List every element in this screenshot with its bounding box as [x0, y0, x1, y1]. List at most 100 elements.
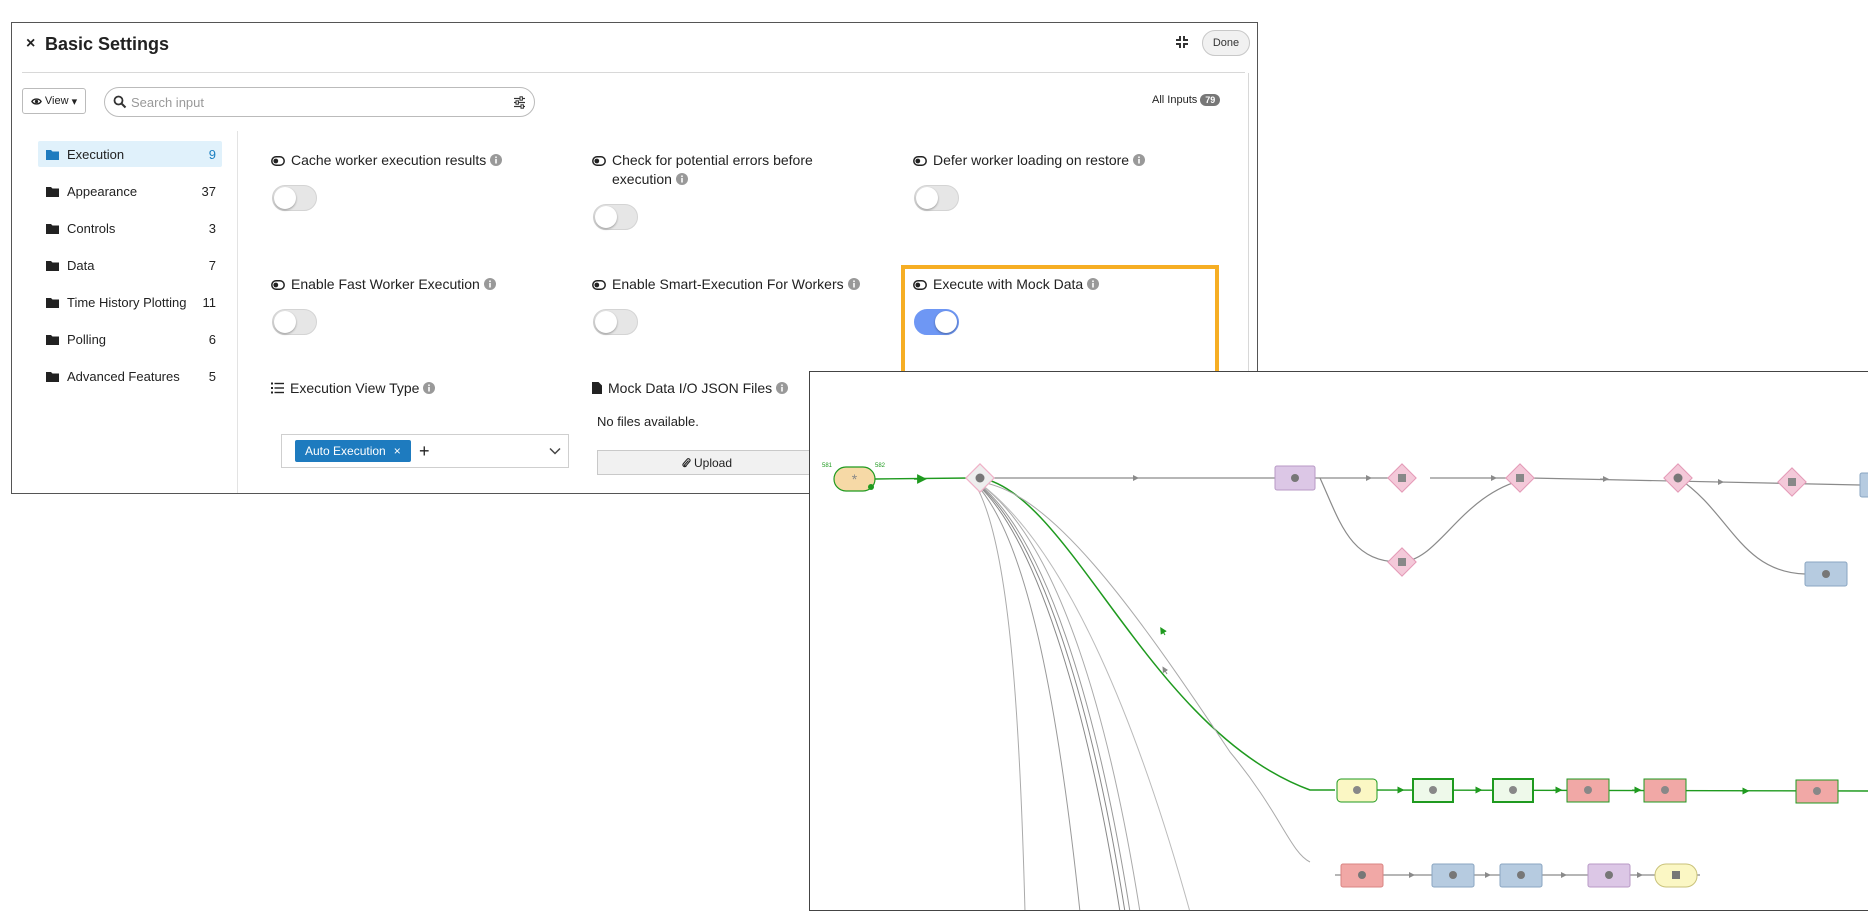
info-icon[interactable] [483, 278, 496, 290]
all-inputs-indicator: All Inputs 79 [1152, 94, 1221, 106]
database-node[interactable] [1387, 547, 1417, 577]
info-icon[interactable] [675, 173, 688, 185]
sidebar-divider [237, 131, 238, 493]
worker-node[interactable] [1431, 863, 1475, 888]
folder-icon [46, 297, 59, 308]
info-icon[interactable] [776, 382, 789, 394]
worker-node[interactable] [1492, 778, 1534, 803]
setting-check-errors: Check for potential errors before execut… [592, 151, 852, 189]
view-label: View [44, 95, 69, 107]
info-icon[interactable] [490, 154, 503, 166]
workflow-graph: * 581 582 [822, 463, 1868, 910]
search-input[interactable] [129, 93, 493, 111]
collapse-icon[interactable] [1175, 35, 1189, 49]
worker-node[interactable] [1412, 778, 1454, 803]
view-dropdown[interactable]: View ▾ [22, 88, 86, 114]
upload-label: Upload [693, 455, 733, 470]
stop-node[interactable] [1654, 863, 1698, 888]
category-controls[interactable]: Controls 3 [38, 215, 222, 241]
execution-view-select[interactable]: Auto Execution × + [281, 434, 569, 468]
remove-chip-icon[interactable]: × [394, 440, 401, 462]
caret-down-icon: ▾ [71, 95, 78, 108]
worker-node[interactable] [1499, 863, 1543, 888]
setting-fast-worker-execution: Enable Fast Worker Execution [271, 275, 561, 294]
setting-cache-worker-results: Cache worker execution results [271, 151, 531, 170]
paperclip-icon [682, 458, 691, 468]
toggle-icon [592, 280, 606, 290]
smart-execution-toggle[interactable] [593, 309, 638, 335]
workflow-canvas[interactable]: * 581 582 [809, 371, 1868, 911]
check-errors-toggle[interactable] [593, 204, 638, 230]
database-node[interactable] [1387, 463, 1417, 493]
search-icon [113, 95, 127, 109]
info-icon[interactable] [423, 382, 436, 394]
database-node[interactable] [1505, 463, 1535, 493]
toggle-icon [913, 156, 927, 166]
folder-icon [46, 186, 59, 197]
category-label: Data [67, 257, 95, 273]
category-polling[interactable]: Polling 6 [38, 326, 222, 352]
worker-node[interactable] [1336, 778, 1378, 803]
plus-icon[interactable]: + [419, 442, 430, 460]
setting-defer-worker-loading: Defer worker loading on restore [913, 151, 1193, 170]
all-inputs-count-badge: 79 [1200, 94, 1221, 106]
switch-node[interactable] [1663, 463, 1693, 493]
toggle-icon [271, 280, 285, 290]
info-icon[interactable] [1087, 278, 1100, 290]
worker-node[interactable] [1587, 863, 1631, 888]
setting-label: Enable Fast Worker Execution [291, 276, 480, 292]
folder-icon [46, 149, 59, 160]
start-node-right-label: 582 [875, 463, 886, 469]
worker-node[interactable] [1340, 863, 1384, 888]
database-node[interactable] [1777, 467, 1807, 497]
category-time-history-plotting[interactable]: Time History Plotting 11 [38, 289, 222, 315]
setting-label: Enable Smart-Execution For Workers [612, 276, 844, 292]
setting-label: Execution View Type [290, 380, 420, 396]
category-execution[interactable]: Execution 9 [38, 141, 222, 167]
eye-icon [31, 97, 42, 105]
category-sidebar: Execution 9 Appearance 37 Controls 3 Dat… [38, 141, 222, 400]
folder-icon [46, 223, 59, 234]
worker-node[interactable] [1274, 465, 1316, 491]
svg-text:*: * [852, 471, 858, 487]
done-button[interactable]: Done [1202, 30, 1250, 56]
search-box [104, 87, 535, 117]
worker-node[interactable] [1566, 778, 1610, 803]
category-advanced-features[interactable]: Advanced Features 5 [38, 363, 222, 389]
no-files-text: No files available. [597, 414, 699, 429]
close-icon[interactable]: × [26, 35, 35, 53]
category-count: 7 [208, 257, 216, 273]
worker-node[interactable] [1643, 778, 1687, 803]
execute-mock-data-toggle[interactable] [914, 309, 959, 335]
setting-label: Cache worker execution results [291, 152, 487, 168]
cache-worker-results-toggle[interactable] [272, 185, 317, 211]
file-icon [592, 382, 602, 394]
category-appearance[interactable]: Appearance 37 [38, 178, 222, 204]
setting-execute-mock-data: Execute with Mock Data [913, 275, 1193, 294]
category-label: Advanced Features [67, 368, 180, 384]
toggle-icon [913, 280, 927, 290]
setting-label: Mock Data I/O JSON Files [608, 380, 773, 396]
upload-button[interactable]: Upload [597, 450, 817, 475]
folder-icon [46, 334, 59, 345]
list-icon [271, 382, 284, 394]
worker-node[interactable] [1804, 561, 1848, 587]
folder-icon [46, 260, 59, 271]
worker-node[interactable] [1795, 779, 1839, 804]
fast-worker-execution-toggle[interactable] [272, 309, 317, 335]
defer-worker-loading-toggle[interactable] [914, 185, 959, 211]
setting-label: Check for potential errors before execut… [612, 152, 813, 187]
start-node[interactable]: * 581 582 [822, 463, 886, 492]
toggle-icon [592, 156, 606, 166]
chevron-down-icon[interactable] [549, 447, 561, 455]
filter-settings-icon[interactable] [513, 96, 526, 109]
switch-node[interactable] [965, 463, 995, 493]
worker-node[interactable] [1859, 472, 1868, 498]
category-data[interactable]: Data 7 [38, 252, 222, 278]
category-count: 3 [208, 220, 216, 236]
category-label: Execution [67, 146, 125, 162]
category-label: Appearance [67, 183, 138, 199]
category-label: Polling [67, 331, 107, 347]
info-icon[interactable] [847, 278, 860, 290]
info-icon[interactable] [1133, 154, 1146, 166]
